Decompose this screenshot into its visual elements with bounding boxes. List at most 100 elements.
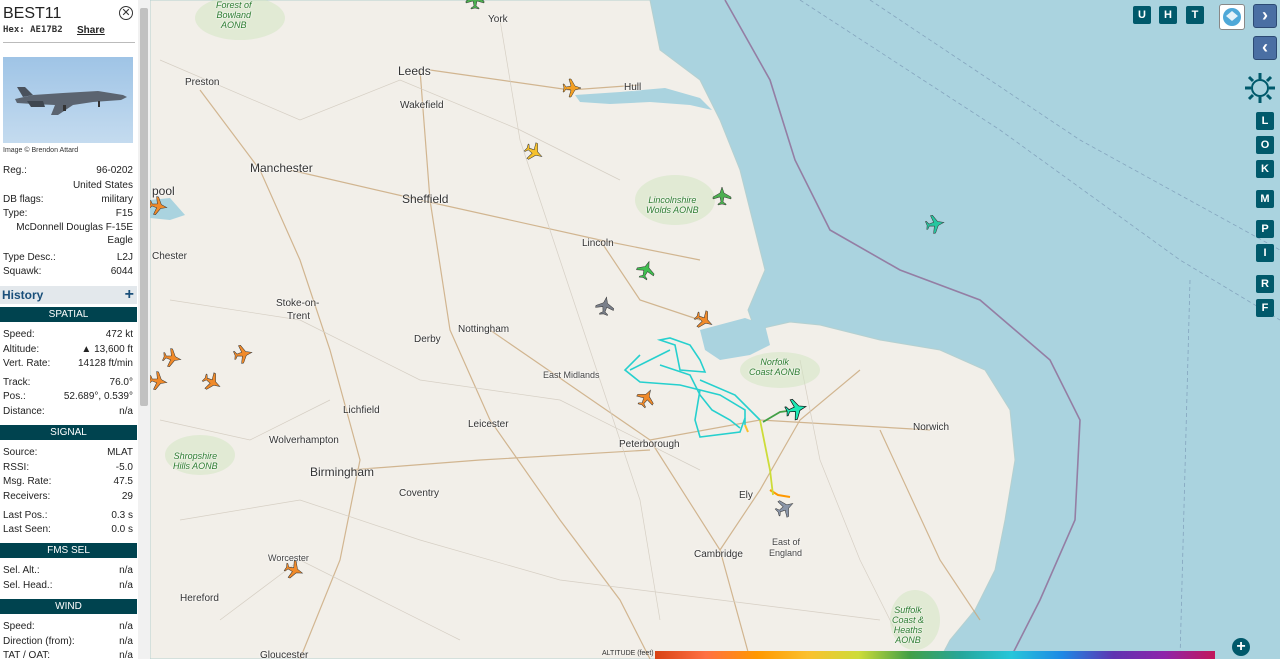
msg-rate-label: Msg. Rate: xyxy=(3,476,52,487)
map-label-east-england-2: England xyxy=(769,548,803,558)
shipping-lane xyxy=(869,0,1280,251)
type-label: Type: xyxy=(3,208,28,219)
msg-rate-row: Msg. Rate: 47.5 xyxy=(3,476,133,489)
map-label-bowland: Forest of Bowland AONB xyxy=(216,0,252,30)
aonb-line: Bowland xyxy=(216,10,252,20)
map-label-suffolk-coast: Suffolk Coast & Heaths AONB xyxy=(892,605,924,645)
layers-icon xyxy=(1223,8,1241,26)
type-desc-row: Type Desc.: L2J xyxy=(3,252,133,265)
map-label-worcester: Worcester xyxy=(268,553,309,563)
layers-button[interactable] xyxy=(1219,4,1245,30)
jet-photo-icon xyxy=(15,87,127,115)
map-label-blackpool: pool xyxy=(152,184,175,198)
map-label-derby: Derby xyxy=(414,334,441,345)
country-value: United States xyxy=(72,180,133,191)
altitude-value: ▲ 13,600 ft xyxy=(81,344,133,355)
spatial-header[interactable]: SPATIAL xyxy=(0,307,137,322)
altitude-legend-label: ALTITUDE (feet) xyxy=(602,650,654,657)
map-label-preston: Preston xyxy=(185,77,220,88)
m-button[interactable]: M xyxy=(1256,190,1274,208)
source-row: Source: MLAT xyxy=(3,447,133,460)
t-button[interactable]: T xyxy=(1186,6,1204,24)
prev-button[interactable]: ‹ xyxy=(1253,36,1277,60)
map-label-east-midlands: East Midlands xyxy=(543,370,600,380)
sel-head-value: n/a xyxy=(119,580,133,591)
map-label-coventry: Coventry xyxy=(399,488,440,499)
aonb-line: Norfolk xyxy=(760,357,789,367)
aonb-line: Suffolk xyxy=(894,605,922,615)
map-label-chester: Chester xyxy=(152,251,188,262)
speed-row: Speed: 472 kt xyxy=(3,329,133,342)
l-button[interactable]: L xyxy=(1256,112,1274,130)
photo-credit: Image © Brendon Attard xyxy=(3,147,79,154)
distance-label: Distance: xyxy=(3,406,45,417)
map-label-birmingham: Birmingham xyxy=(310,465,375,479)
history-label: History xyxy=(2,288,44,302)
altitude-label: Altitude: xyxy=(3,344,40,355)
fms-header[interactable]: FMS SEL xyxy=(0,543,137,558)
source-label: Source: xyxy=(3,447,38,458)
share-link[interactable]: Share xyxy=(77,25,105,36)
map-label-east-england-1: East of xyxy=(772,537,801,547)
aircraft-photo[interactable] xyxy=(3,57,133,143)
track-row: Track: 76.0° xyxy=(3,377,133,390)
o-button[interactable]: O xyxy=(1256,136,1274,154)
hex-label: Hex: xyxy=(3,25,25,35)
map-label-cambridge: Cambridge xyxy=(694,549,743,560)
speed-label: Speed: xyxy=(3,329,35,340)
aonb-line: Coast & xyxy=(892,615,925,625)
hex-line: Hex: AE17B2 xyxy=(3,25,63,35)
i-button[interactable]: I xyxy=(1256,244,1274,262)
next-button[interactable]: › xyxy=(1253,4,1277,28)
map-label-stoke: Stoke-on- xyxy=(276,298,320,309)
sel-head-label: Sel. Head.: xyxy=(3,580,53,591)
map-label-lichfield: Lichfield xyxy=(343,405,380,416)
divider xyxy=(3,42,135,43)
k-button[interactable]: K xyxy=(1256,160,1274,178)
aonb-line: Coast AONB xyxy=(749,367,801,377)
aircraft-info-panel: BEST11 ✕ Hex: AE17B2 Share Image © Brend… xyxy=(0,0,138,659)
aonb-line: Hills AONB xyxy=(173,461,218,471)
last-seen-value: 0.0 s xyxy=(111,524,133,535)
db-flags-label: DB flags: xyxy=(3,194,44,205)
settings-gear-icon[interactable] xyxy=(1242,70,1278,106)
p-button[interactable]: P xyxy=(1256,220,1274,238)
signal-header[interactable]: SIGNAL xyxy=(0,425,137,440)
track-value: 76.0° xyxy=(109,377,133,388)
sel-alt-label: Sel. Alt.: xyxy=(3,565,40,576)
aonb-line: Forest of xyxy=(216,0,252,10)
map-canvas[interactable]: York Leeds Hull Preston Wakefield Manche… xyxy=(150,0,1280,659)
map-label-york: York xyxy=(488,14,508,25)
map-label-gloucester: Gloucester xyxy=(260,650,309,659)
r-button[interactable]: R xyxy=(1256,275,1274,293)
hex-value: AE17B2 xyxy=(30,25,63,35)
distance-value: n/a xyxy=(119,406,133,417)
wind-header[interactable]: WIND xyxy=(0,599,137,614)
map-label-leeds: Leeds xyxy=(398,64,431,78)
rssi-row: RSSI: -5.0 xyxy=(3,462,133,475)
wind-speed-row: Speed: n/a xyxy=(3,621,133,634)
map-label-lincolnshire-wolds: Lincolnshire Wolds AONB xyxy=(646,195,699,215)
type-full-line2: Eagle xyxy=(107,235,133,246)
shipping-lane xyxy=(1179,279,1191,659)
h-button[interactable]: H xyxy=(1159,6,1177,24)
last-seen-row: Last Seen: 0.0 s xyxy=(3,524,133,537)
track-label: Track: xyxy=(3,377,31,388)
u-button[interactable]: U xyxy=(1133,6,1151,24)
zoom-in-button[interactable]: + xyxy=(1232,638,1250,656)
sel-head-row: Sel. Head.: n/a xyxy=(3,580,133,593)
pos-label: Pos.: xyxy=(3,391,26,402)
map-label-hereford: Hereford xyxy=(180,593,219,604)
close-icon[interactable]: ✕ xyxy=(119,6,133,20)
history-toggle[interactable]: History + xyxy=(0,286,137,304)
aonb-line: Heaths xyxy=(893,625,923,635)
scrollbar-thumb[interactable] xyxy=(140,8,148,406)
map-label-nottingham: Nottingham xyxy=(458,324,510,335)
map-label-leicester: Leicester xyxy=(468,419,509,430)
map-label-wakefield: Wakefield xyxy=(400,100,444,111)
type-desc-value: L2J xyxy=(116,252,133,263)
history-plus-icon[interactable]: + xyxy=(125,286,134,304)
tat-value: n/a xyxy=(119,650,133,659)
f-button[interactable]: F xyxy=(1256,299,1274,317)
map-label-ely: Ely xyxy=(739,490,753,501)
